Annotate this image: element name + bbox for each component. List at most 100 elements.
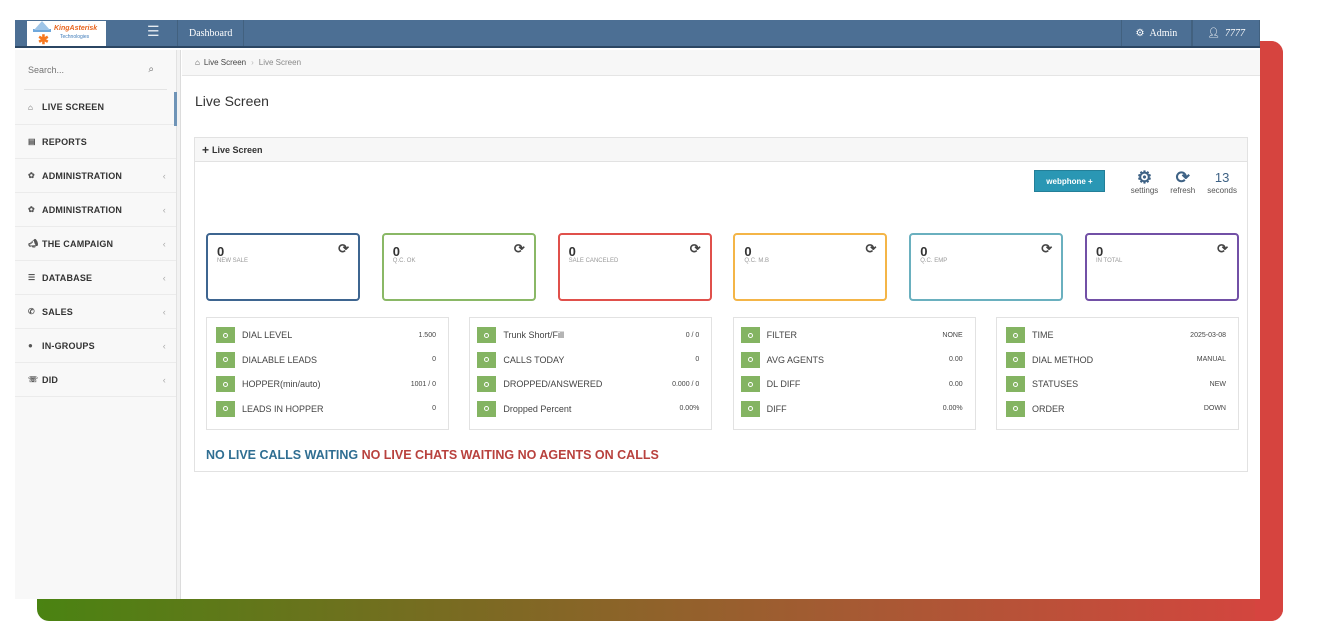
card-value: 0: [217, 244, 225, 259]
stat-value: MANUAL: [1196, 356, 1226, 364]
stat-key: Trunk Short/Fill: [503, 330, 565, 341]
stat-value: DOWN: [1203, 405, 1226, 413]
refresh-icon[interactable]: ⟳: [690, 241, 701, 257]
stats-box-time: TIME 2025-03-08 DIAL METHOD MANUAL STATUSE…: [995, 317, 1239, 430]
refresh-icon[interactable]: ⟳: [338, 241, 349, 257]
settings-button[interactable]: ⚙ settings: [1131, 169, 1159, 195]
status-dot-icon: [1005, 327, 1025, 344]
card-label: IN TOTAL: [1095, 258, 1123, 264]
nav-dashboard[interactable]: Dashboard: [177, 20, 245, 46]
sidebar-item-label: ADMINISTRATION: [42, 170, 123, 181]
status-dot-icon: [477, 351, 497, 368]
refresh-icon[interactable]: ⟳: [865, 241, 876, 257]
page-title: Live Screen: [195, 93, 269, 109]
stat-key: AVG AGENTS: [766, 354, 825, 365]
counter-value: 13: [1214, 170, 1230, 185]
sidebar-item-in-groups[interactable]: ● IN-GROUPS ‹: [15, 329, 176, 363]
status-dot-icon: [216, 351, 235, 368]
crown-icon: [33, 20, 51, 32]
sidebar-resize-handle[interactable]: [177, 50, 181, 599]
stat-key: CALLS TODAY: [503, 354, 565, 365]
stat-key: STATUSES: [1031, 379, 1079, 390]
status-chats-waiting: NO LIVE CHATS WAITING: [361, 448, 515, 462]
top-navbar: ✱ KingAsterisk Technologies ☰ Dashboard …: [15, 20, 1260, 48]
search-input[interactable]: [28, 64, 149, 75]
stat-key: DIAL LEVEL: [242, 330, 293, 341]
gear-icon: ⚙: [1136, 168, 1153, 187]
database-icon: ☰: [28, 273, 36, 282]
stat-value: 0.000 / 0: [672, 380, 700, 388]
breadcrumb-root[interactable]: Live Screen: [204, 58, 246, 67]
company-logo[interactable]: ✱ KingAsterisk Technologies: [27, 20, 106, 47]
home-icon: ⌂: [195, 58, 200, 67]
card-label: Q.C. M.B: [744, 258, 770, 264]
stat-value: NONE: [942, 331, 963, 339]
asterisk-icon: ✱: [38, 31, 49, 47]
chevron-left-icon: ‹: [162, 272, 166, 283]
stats-grid: DIAL LEVEL 1.500 DIALABLE LEADS 0 HOPPER(m…: [206, 317, 1239, 430]
search-icon[interactable]: ⌕: [148, 64, 154, 75]
sidebar-item-reports[interactable]: ▤ REPORTS: [15, 125, 176, 159]
status-dot-icon: [740, 351, 760, 368]
sidebar-item-sales[interactable]: ✆ SALES ‹: [15, 295, 176, 329]
status-calls-waiting: NO LIVE CALLS WAITING: [206, 448, 359, 462]
stat-key: ORDER: [1031, 403, 1065, 414]
stat-value: 0: [432, 356, 436, 364]
card-qc-emp: 0 Q.C. EMP ⟳: [909, 233, 1064, 301]
stat-row: DROPPED/ANSWERED 0.000 / 0: [477, 372, 699, 397]
breadcrumb-current: Live Screen: [258, 58, 302, 67]
refresh-icon[interactable]: ⟳: [1217, 241, 1228, 257]
stat-value: 0: [432, 405, 436, 413]
stat-row: DIAL LEVEL 1.500: [216, 323, 436, 348]
card-label: Q.C. OK: [392, 258, 416, 264]
stats-box-dialing: DIAL LEVEL 1.500 DIALABLE LEADS 0 HOPPER(m…: [206, 317, 449, 430]
stat-row: STATUSES NEW: [1005, 372, 1226, 397]
counter-label: seconds: [1207, 186, 1237, 195]
cogs-icon: ⚙: [1135, 27, 1145, 39]
stat-key: DIAL METHOD: [1031, 354, 1094, 365]
phone-icon: ✆: [28, 307, 35, 316]
stat-row: DIAL METHOD MANUAL: [1005, 348, 1226, 373]
stat-row: ORDER DOWN: [1005, 397, 1226, 422]
summary-cards: 0 NEW SALE ⟳ 0 Q.C. OK ⟳ 0 SALE CANCELED…: [206, 233, 1239, 301]
chevron-left-icon: ‹: [162, 340, 166, 351]
breadcrumb: ⌂ Live Screen › Live Screen: [182, 50, 1260, 76]
stat-row: AVG AGENTS 0.00: [740, 348, 963, 373]
refresh-icon[interactable]: ⟳: [1041, 241, 1052, 257]
admin-label: Admin: [1149, 27, 1178, 39]
sidebar-item-did[interactable]: ☏ DID ‹: [15, 363, 176, 397]
stat-key: HOPPER(min/auto): [242, 379, 321, 390]
status-dot-icon: [1005, 400, 1025, 417]
refresh-button[interactable]: ⟳ refresh: [1170, 169, 1195, 195]
sidebar-item-the-campaign[interactable]: 📣︎ THE CAMPAIGN ‹: [15, 227, 176, 261]
hamburger-icon[interactable]: ☰: [147, 23, 160, 40]
card-label: SALE CANCELED: [568, 258, 619, 264]
panel-header[interactable]: + Live Screen: [195, 138, 1247, 162]
sidebar-item-database[interactable]: ☰ DATABASE ‹: [15, 261, 176, 295]
refresh-icon[interactable]: ⟳: [514, 241, 525, 257]
stat-key: TIME: [1031, 330, 1054, 341]
stat-row: HOPPER(min/auto) 1001 / 0: [216, 372, 436, 397]
sidebar-item-live-screen[interactable]: ⌂ LIVE SCREEN: [15, 90, 176, 125]
sidebar-item-administration[interactable]: ✿ ADMINISTRATION ‹: [15, 159, 176, 193]
stats-box-calls: Trunk Short/Fill 0 / 0 CALLS TODAY 0 DROPP…: [469, 317, 713, 430]
status-dot-icon: [216, 376, 235, 393]
admin-menu[interactable]: ⚙ Admin: [1120, 20, 1193, 46]
home-icon: ⌂: [28, 102, 34, 112]
settings-label: settings: [1130, 186, 1159, 195]
sidebar-item-label: DATABASE: [42, 272, 93, 283]
user-menu[interactable]: 👤︎ 7777: [1192, 20, 1260, 46]
sidebar-item-label: LIVE SCREEN: [42, 102, 105, 112]
stat-row: DIFF 0.00%: [740, 397, 963, 422]
sidebar-item-administration-2[interactable]: ✿ ADMINISTRATION ‹: [15, 193, 176, 227]
webphone-button[interactable]: webphone +: [1034, 170, 1105, 192]
chart-icon: ▤: [28, 137, 36, 146]
gear-icon: ✿: [28, 205, 35, 214]
stat-value: 0.00: [949, 380, 963, 388]
stat-row: LEADS IN HOPPER 0: [216, 397, 436, 422]
status-dot-icon: [477, 376, 497, 393]
card-in-total: 0 IN TOTAL ⟳: [1084, 233, 1239, 301]
card-new-sale: 0 NEW SALE ⟳: [206, 233, 360, 301]
stat-key: LEADS IN HOPPER: [242, 403, 324, 414]
status-dot-icon: [740, 327, 760, 344]
